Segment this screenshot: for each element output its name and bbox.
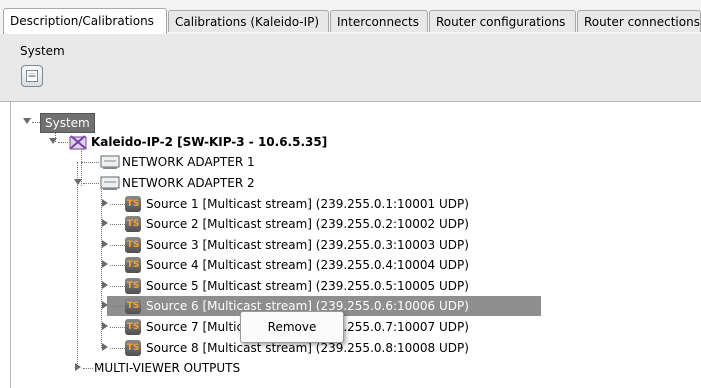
tab-interconnects[interactable]: Interconnects [330,10,428,32]
tree-node-device[interactable]: Kaleido-IP-2 [SW-KIP-3 - 10.6.5.35] [11,132,411,152]
collapsed-arrow-icon[interactable] [101,301,110,310]
collapsed-arrow-icon[interactable] [74,363,83,372]
ts-stream-icon: TS [125,257,141,273]
ts-stream-icon: TS [125,237,141,253]
tree-label-source-5: Source 5 [Multicast stream] (239.255.0.5… [146,279,469,293]
tab-bar: Description/Calibrations Calibrations (K… [0,0,701,35]
expanded-arrow-icon[interactable] [23,117,32,126]
tab-router-configurations[interactable]: Router configurations [429,10,576,32]
tree-label-source-4: Source 4 [Multicast stream] (239.255.0.4… [146,258,469,272]
tree-node-source-3[interactable]: TS Source 3 [Multicast stream] (239.255.… [11,235,551,255]
tree-label-source-2: Source 2 [Multicast stream] (239.255.0.2… [146,217,469,231]
system-label: System [20,44,65,58]
tab-router-connections[interactable]: Router connections [577,10,701,32]
collapse-icon [26,70,38,82]
collapsed-arrow-icon[interactable] [101,260,110,269]
collapsed-arrow-icon[interactable] [101,199,110,208]
collapsed-arrow-icon[interactable] [101,219,110,228]
tree-node-source-4[interactable]: TS Source 4 [Multicast stream] (239.255.… [11,255,551,275]
collapsed-arrow-icon[interactable] [101,281,110,290]
tab-description-calibrations[interactable]: Description/Calibrations [3,8,167,34]
expanded-arrow-icon[interactable] [49,137,58,146]
tree-node-adapter-1[interactable]: NETWORK ADAPTER 1 [11,152,311,172]
network-adapter-icon [100,155,120,169]
tree-label-multiviewer-outputs: MULTI-VIEWER OUTPUTS [94,361,241,375]
tree-label-source-3: Source 3 [Multicast stream] (239.255.0.3… [146,238,469,252]
network-adapter-icon [100,176,120,190]
ts-stream-icon: TS [125,196,141,212]
ts-stream-icon: TS [125,216,141,232]
tab-calibrations-kaleido-ip[interactable]: Calibrations (Kaleido-IP) [168,10,329,32]
ts-stream-icon: TS [125,319,141,335]
tree-label-device: Kaleido-IP-2 [SW-KIP-3 - 10.6.5.35] [91,135,328,149]
device-icon [69,135,87,150]
collapsed-arrow-icon[interactable] [101,343,110,352]
context-menu: Remove [240,311,344,343]
tree-node-source-5[interactable]: TS Source 5 [Multicast stream] (239.255.… [11,276,551,296]
tree-label-adapter-2: NETWORK ADAPTER 2 [122,176,255,190]
collapsed-arrow-icon[interactable] [101,240,110,249]
collapse-all-button[interactable] [21,65,43,87]
tree-node-system[interactable]: System [11,112,211,133]
tree-node-adapter-2[interactable]: NETWORK ADAPTER 2 [11,173,311,193]
tree-label-source-1: Source 1 [Multicast stream] (239.255.0.1… [146,197,469,211]
ts-stream-icon: TS [125,298,141,314]
toolbar: System [0,34,701,102]
collapsed-arrow-icon[interactable] [101,322,110,331]
tree-node-multiviewer-outputs[interactable]: MULTI-VIEWER OUTPUTS [11,358,311,378]
remove-menu-item[interactable]: Remove [241,312,343,342]
ts-stream-icon: TS [125,340,141,356]
system-tree[interactable]: System Kaleido-IP-2 [SW-KIP-3 - 10.6.5.3… [10,102,701,388]
expanded-arrow-icon[interactable] [74,178,83,187]
tree-label-adapter-1: NETWORK ADAPTER 1 [122,155,255,169]
tree-node-source-1[interactable]: TS Source 1 [Multicast stream] (239.255.… [11,194,551,214]
tree-node-source-2[interactable]: TS Source 2 [Multicast stream] (239.255.… [11,214,551,234]
tree-label-system: System [40,113,95,133]
ts-stream-icon: TS [125,278,141,294]
